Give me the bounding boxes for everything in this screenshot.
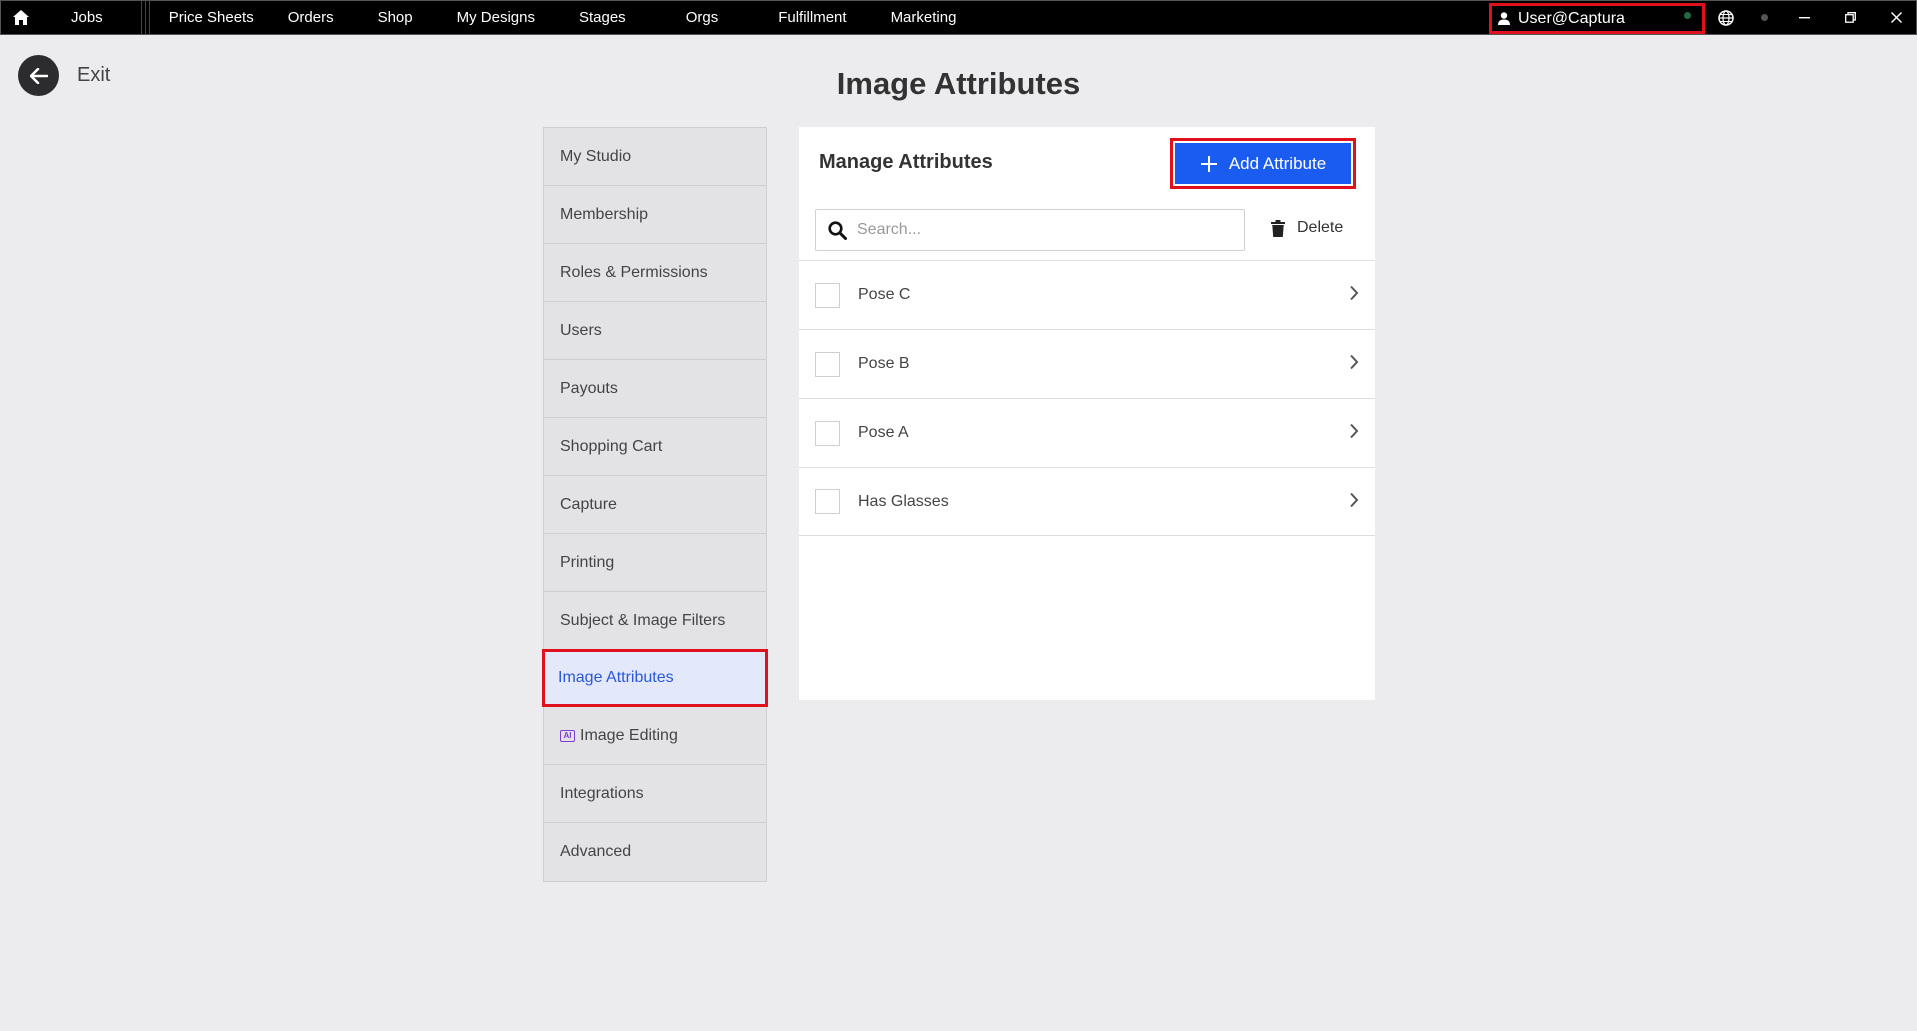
top-bar: Jobs Price Sheets Orders Shop My Designs…: [0, 0, 1917, 35]
sidebar-item-label: Users: [560, 321, 602, 339]
sidebar-item-my-studio[interactable]: My Studio: [544, 128, 766, 186]
search-icon: [828, 220, 847, 240]
globe-icon: [1718, 9, 1734, 26]
list-item[interactable]: Has Glasses: [799, 467, 1375, 536]
sidebar-item-capture[interactable]: Capture: [544, 476, 766, 534]
sidebar-item-subject-image-filters[interactable]: Subject & Image Filters: [544, 592, 766, 650]
sidebar-item-printing[interactable]: Printing: [544, 534, 766, 592]
row-checkbox[interactable]: [815, 351, 840, 377]
nav-jobs[interactable]: Jobs: [71, 1, 103, 34]
sidebar-item-advanced[interactable]: Advanced: [544, 823, 766, 881]
nav-orgs[interactable]: Orgs: [686, 1, 719, 34]
row-checkbox[interactable]: [815, 282, 840, 308]
manage-attributes-panel: Manage Attributes Add Attribute Delete P…: [799, 127, 1375, 700]
minimize-button[interactable]: [1794, 1, 1814, 34]
search-box: [815, 209, 1245, 251]
sidebar-item-label: Integrations: [560, 784, 644, 802]
language-button[interactable]: [1714, 1, 1738, 34]
sidebar-item-image-attributes[interactable]: Image Attributes: [542, 649, 768, 707]
sidebar-item-label: Image Editing: [580, 726, 678, 744]
sidebar-item-label: Roles & Permissions: [560, 263, 708, 281]
status-dot-icon: [1756, 1, 1772, 34]
chevron-right-icon: [1350, 423, 1359, 439]
sidebar-item-roles-permissions[interactable]: Roles & Permissions: [544, 244, 766, 302]
nav-price-sheets[interactable]: Price Sheets: [169, 1, 254, 34]
sidebar-item-label: Subject & Image Filters: [560, 611, 726, 629]
sidebar-item-label: Membership: [560, 205, 649, 223]
nav-divider: [133, 1, 159, 34]
row-checkbox[interactable]: [815, 489, 840, 514]
nav-orders[interactable]: Orders: [288, 1, 334, 34]
delete-label: Delete: [1297, 219, 1344, 236]
sidebar-item-label: Capture: [560, 495, 617, 513]
sidebar-item-label: Advanced: [560, 843, 632, 860]
nav-my-designs[interactable]: My Designs: [457, 1, 535, 34]
trash-icon: [1271, 219, 1285, 237]
home-icon: [13, 10, 29, 25]
close-icon: [1890, 12, 1902, 23]
search-input[interactable]: [857, 221, 1217, 239]
nav-fulfillment[interactable]: Fulfillment: [778, 1, 846, 34]
delete-button[interactable]: Delete: [1271, 219, 1343, 237]
nav-stages[interactable]: Stages: [579, 1, 626, 34]
sidebar-item-payouts[interactable]: Payouts: [544, 360, 766, 418]
list-item[interactable]: Pose C: [799, 260, 1375, 329]
row-label: Pose C: [858, 286, 911, 303]
row-label: Pose B: [858, 355, 910, 372]
row-label: Pose A: [858, 424, 909, 441]
sidebar-item-integrations[interactable]: Integrations: [544, 765, 766, 823]
sidebar-item-image-editing[interactable]: AI Image Editing: [544, 707, 766, 765]
chevron-right-icon: [1350, 285, 1359, 301]
sidebar-item-label: Payouts: [560, 379, 618, 397]
sidebar-item-label: Image Attributes: [558, 669, 674, 686]
row-label: Has Glasses: [858, 492, 949, 510]
restore-icon: [1844, 12, 1856, 23]
panel-title: Manage Attributes: [819, 151, 993, 173]
sidebar-item-membership[interactable]: Membership: [544, 186, 766, 244]
add-attribute-label: Add Attribute: [1228, 153, 1327, 173]
list-item[interactable]: Pose B: [799, 329, 1375, 398]
restore-button[interactable]: [1840, 1, 1860, 34]
nav-marketing[interactable]: Marketing: [891, 1, 957, 34]
sidebar-item-label: My Studio: [560, 147, 632, 165]
user-account-button[interactable]: User@Captura: [1489, 3, 1705, 34]
list-item[interactable]: Pose A: [799, 398, 1375, 467]
close-button[interactable]: [1886, 1, 1906, 34]
settings-sidebar: My Studio Membership Roles & Permissions…: [542, 127, 768, 882]
row-checkbox[interactable]: [815, 420, 840, 446]
sidebar-item-users[interactable]: Users: [544, 302, 766, 360]
add-attribute-button[interactable]: Add Attribute: [1175, 143, 1351, 184]
user-name: User@Captura: [1518, 9, 1625, 27]
sidebar-item-label: Shopping Cart: [560, 437, 663, 455]
minimize-icon: [1798, 16, 1810, 18]
plus-icon: [1200, 155, 1217, 172]
page-title: Image Attributes: [836, 66, 1081, 101]
user-icon: [1498, 12, 1510, 25]
chevron-right-icon: [1350, 354, 1359, 370]
chevron-right-icon: [1350, 492, 1359, 508]
nav-shop[interactable]: Shop: [378, 1, 413, 34]
attribute-list: Pose C Pose B Pose A Has Glasses: [799, 260, 1375, 536]
home-button[interactable]: [1, 1, 41, 34]
sidebar-item-shopping-cart[interactable]: Shopping Cart: [544, 418, 766, 476]
online-status-icon: [1684, 12, 1691, 19]
sidebar-item-label: Printing: [560, 553, 615, 571]
add-attribute-highlight: Add Attribute: [1170, 138, 1356, 189]
ai-badge-icon: AI: [560, 729, 575, 742]
